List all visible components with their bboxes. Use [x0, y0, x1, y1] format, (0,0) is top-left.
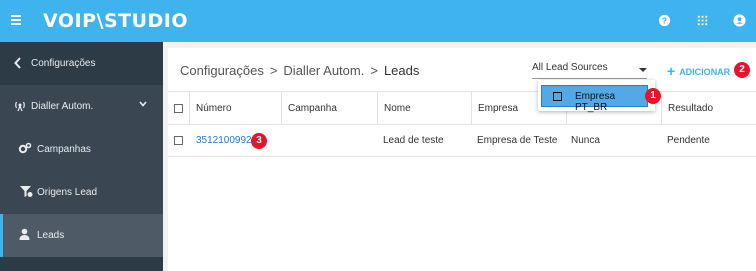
- dialler-icon: [15, 101, 25, 112]
- annotation-badge-2: 2: [734, 62, 750, 78]
- sidebar-item-label: Leads: [37, 230, 65, 241]
- sidebar-item-campanhas[interactable]: Campanhas: [0, 128, 163, 171]
- select-all-checkbox[interactable]: [174, 104, 183, 113]
- svg-text:?: ?: [662, 15, 667, 25]
- breadcrumb-current: Leads: [383, 63, 420, 78]
- chevron-down-icon: [139, 101, 147, 107]
- account-icon[interactable]: [732, 13, 747, 28]
- cell-col5: Nunca: [571, 135, 600, 146]
- cell-empresa: Empresa de Teste: [477, 135, 558, 146]
- option-checkbox[interactable]: [553, 92, 562, 101]
- breadcrumb-separator: >: [370, 63, 378, 78]
- sidebar-item-dialler[interactable]: Dialler Autom.: [0, 85, 163, 128]
- column-header-campanha[interactable]: Campanha: [281, 92, 377, 125]
- user-icon: [19, 228, 30, 240]
- active-indicator: [0, 214, 3, 257]
- lead-number-link[interactable]: 35121009921: [196, 135, 257, 146]
- top-bar: VOIP\STUDIO ?: [0, 0, 756, 42]
- select-underline: [532, 78, 647, 79]
- dropdown-option[interactable]: Empresa PT_BR: [541, 85, 648, 113]
- dropdown-caret-icon: [639, 68, 647, 72]
- column-header-numero[interactable]: Número: [189, 92, 281, 125]
- sidebar: Configurações Dialler Autom. Campanhas O…: [0, 42, 163, 271]
- help-icon[interactable]: ?: [657, 13, 672, 28]
- sidebar-item-configuracoes[interactable]: Configurações: [0, 42, 163, 85]
- leads-panel: [168, 48, 756, 271]
- lead-source-dropdown: Empresa PT_BR: [538, 80, 655, 113]
- sidebar-item-label: Campanhas: [37, 144, 91, 155]
- breadcrumb: Configurações > Dialler Autom. > Leads: [180, 63, 419, 78]
- column-header-nome[interactable]: Nome: [377, 92, 471, 125]
- funnel-icon: [20, 186, 33, 197]
- plus-icon: +: [667, 63, 676, 79]
- table-header: Número Campanha Nome Empresa Resultado: [168, 91, 756, 125]
- chevron-left-icon: [14, 57, 21, 69]
- sidebar-item-origens-lead[interactable]: Origens Lead: [0, 171, 163, 214]
- sidebar-item-label: Origens Lead: [37, 187, 98, 198]
- breadcrumb-item[interactable]: Configurações: [180, 63, 264, 78]
- add-button-label: ADICIONAR: [679, 67, 731, 77]
- lead-source-select[interactable]: All Lead Sources: [532, 62, 647, 78]
- menu-icon[interactable]: [11, 15, 21, 25]
- cell-resultado: Pendente: [667, 135, 710, 146]
- sidebar-item-leads[interactable]: Leads: [0, 214, 163, 257]
- sidebar-item-label: Configurações: [31, 58, 96, 69]
- apps-grid-icon[interactable]: [695, 13, 710, 28]
- option-label: Empresa PT_BR: [575, 91, 616, 113]
- app-logo: VOIP\STUDIO: [43, 10, 189, 32]
- lead-source-selected: All Lead Sources: [532, 62, 608, 73]
- column-header-resultado[interactable]: Resultado: [661, 92, 756, 125]
- breadcrumb-item[interactable]: Dialler Autom.: [283, 63, 364, 78]
- breadcrumb-separator: >: [269, 63, 278, 78]
- cell-nome: Lead de teste: [383, 135, 444, 146]
- add-button[interactable]: + ADICIONAR: [667, 62, 731, 79]
- gears-icon: [18, 142, 32, 154]
- annotation-badge-1: 1: [645, 88, 661, 104]
- annotation-badge-3: 3: [251, 133, 267, 149]
- sidebar-item-label: Dialler Autom.: [31, 101, 94, 112]
- row-checkbox[interactable]: [174, 136, 183, 145]
